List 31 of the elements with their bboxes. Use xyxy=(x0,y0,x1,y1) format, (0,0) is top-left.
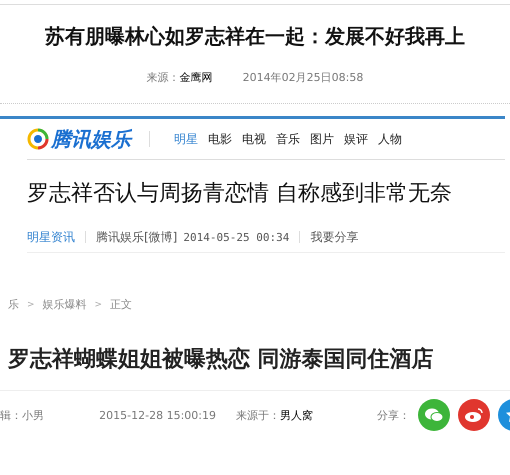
breadcrumb-link[interactable]: 娱乐爆料 xyxy=(42,297,87,312)
share-button[interactable] xyxy=(418,399,450,431)
publish-date: 2015-12-28 15:00:19 xyxy=(99,408,216,422)
share-link[interactable]: 我要分享 xyxy=(310,228,358,246)
chat-bubble-icon xyxy=(424,407,444,423)
share-button[interactable] xyxy=(458,399,490,431)
share-label: 分享： xyxy=(377,408,410,422)
breadcrumb-link[interactable]: 正文 xyxy=(110,297,132,312)
article-headline: 罗志祥否认与周扬青恋情 自称感到非常无奈 xyxy=(27,180,453,208)
editor-text: 辑：小男 xyxy=(0,408,45,422)
breadcrumb-separator: > xyxy=(27,300,35,310)
nav-link[interactable]: 娱评 xyxy=(344,130,368,148)
category-link[interactable]: 明星资讯 xyxy=(27,228,75,246)
logo-icon xyxy=(27,128,49,150)
nav-link[interactable]: 图片 xyxy=(310,130,334,148)
nav-link[interactable]: 电视 xyxy=(242,130,266,148)
site-logo[interactable]: 腾讯娱乐 xyxy=(51,126,131,152)
publish-date: 2014-05-25 00:34 xyxy=(183,230,290,244)
weibo-icon xyxy=(464,407,484,423)
source-text: 来源：金鹰网 xyxy=(146,70,213,85)
source-text: 腾讯娱乐[微博] xyxy=(96,228,178,246)
nav-link[interactable]: 明星 xyxy=(174,130,198,148)
source-text: 来源于：男人窝 xyxy=(236,408,313,422)
article-headline: 苏有朋曝林心如罗志祥在一起：发展不好我再上 xyxy=(45,23,465,50)
breadcrumb-link[interactable]: 乐 xyxy=(8,297,19,312)
nav-link[interactable]: 人物 xyxy=(378,130,402,148)
nav-link[interactable]: 电影 xyxy=(208,130,232,148)
nav-link[interactable]: 音乐 xyxy=(276,130,300,148)
breadcrumb-separator: > xyxy=(94,300,102,310)
publish-date: 2014年02月25日08:58 xyxy=(242,70,364,85)
article-headline: 罗志祥蝴蝶姐姐被曝热恋 同游泰国同住酒店 xyxy=(8,346,435,374)
